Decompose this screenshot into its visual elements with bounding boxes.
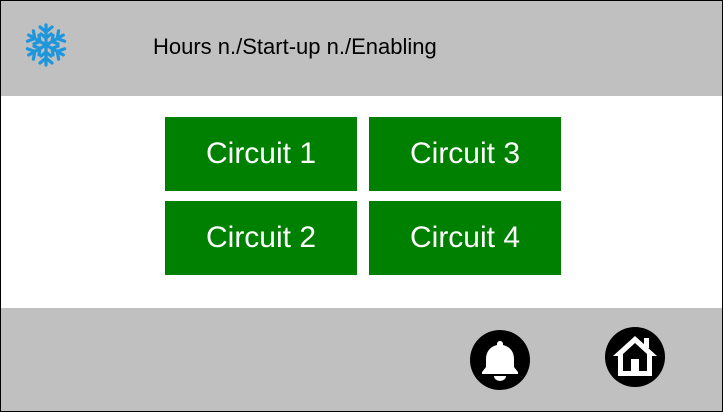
circuit-1-button[interactable]: Circuit 1 [165, 117, 357, 191]
home-icon[interactable] [604, 326, 666, 388]
bell-icon[interactable] [469, 329, 531, 391]
snowflake-icon [24, 23, 68, 67]
footer-bar [1, 308, 722, 411]
circuit-3-button[interactable]: Circuit 3 [369, 117, 561, 191]
circuit-4-button[interactable]: Circuit 4 [369, 201, 561, 275]
hmi-screen: Hours n./Start-up n./Enabling Circuit 1 … [0, 0, 723, 412]
circuit-grid: Circuit 1 Circuit 3 Circuit 2 Circuit 4 [1, 96, 722, 308]
circuit-2-button[interactable]: Circuit 2 [165, 201, 357, 275]
header-bar: Hours n./Start-up n./Enabling [1, 1, 722, 96]
page-title: Hours n./Start-up n./Enabling [153, 34, 437, 59]
